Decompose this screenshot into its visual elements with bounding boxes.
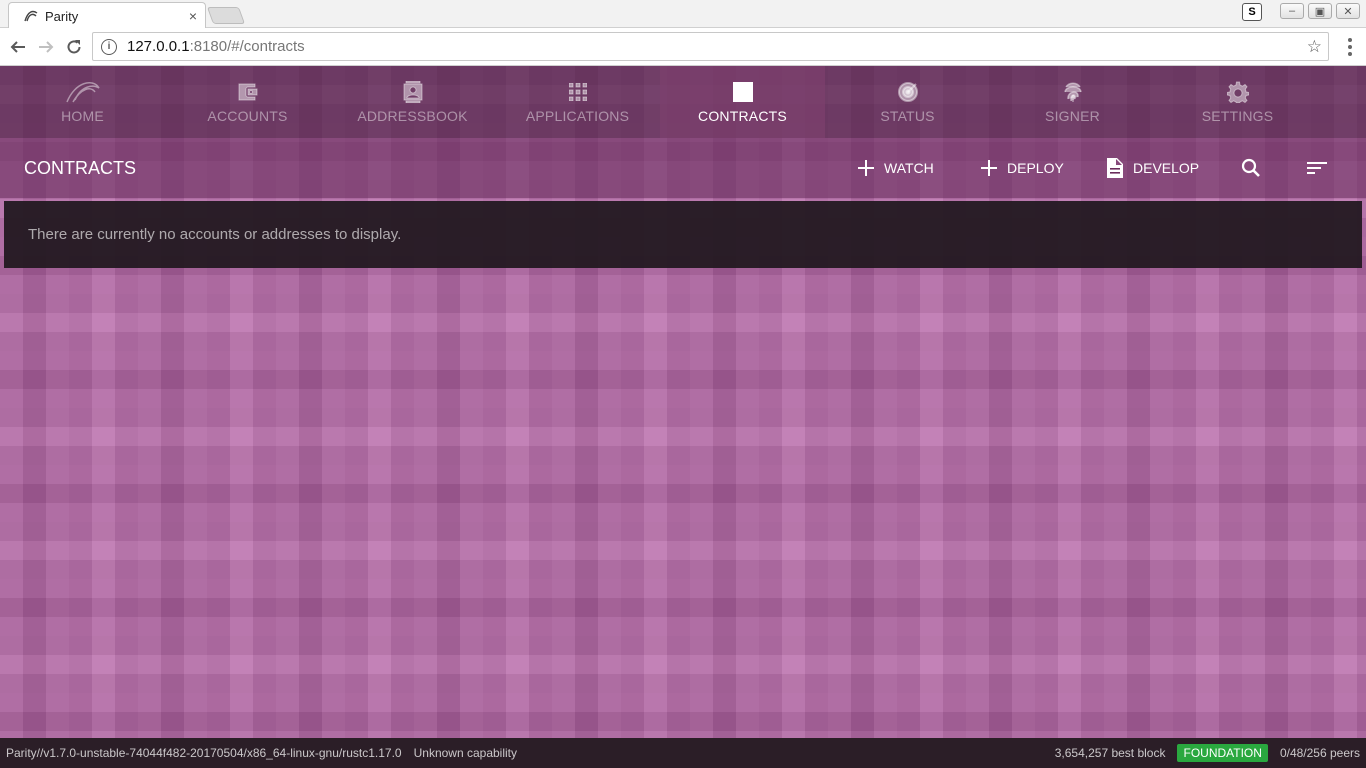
reload-icon[interactable] — [64, 37, 84, 57]
nav-label: CONTRACTS — [698, 108, 787, 124]
url-path: :8180/#/contracts — [189, 38, 305, 55]
table-grid-icon — [732, 80, 753, 104]
peers-text: 0/48/256 peers — [1279, 746, 1360, 760]
browser-toolbar: i 127.0.0.1:8180/#/contracts ☆ — [0, 28, 1366, 66]
nav-item-status[interactable]: STATUS — [825, 66, 990, 138]
extension-icon[interactable]: S — [1242, 3, 1262, 21]
maximize-button[interactable]: ▣ — [1308, 3, 1332, 19]
status-bar: Parity//v1.7.0-unstable-74044f482-201705… — [0, 738, 1366, 768]
best-block-text: 3,654,257 best block — [1054, 746, 1166, 760]
nav-label: SETTINGS — [1201, 108, 1274, 124]
deploy-label: DEPLOY — [1007, 160, 1064, 176]
document-icon — [1107, 158, 1123, 178]
browser-menu-icon[interactable] — [1348, 38, 1352, 59]
window-controls: S – ▣ ✕ — [1242, 3, 1360, 21]
bookmark-star-icon[interactable]: ☆ — [1307, 37, 1322, 57]
nav-label: ADDRESSBOOK — [357, 108, 468, 124]
browser-tab[interactable]: Parity × — [8, 2, 206, 29]
capability-text: Unknown capability — [413, 746, 517, 760]
nav-label: SIGNER — [1045, 108, 1100, 124]
nav-label: STATUS — [880, 108, 935, 124]
sort-button[interactable] — [1307, 156, 1337, 180]
nav-label: HOME — [61, 108, 104, 124]
url-host: 127.0.0.1 — [127, 38, 190, 55]
plus-icon — [858, 160, 874, 176]
develop-button[interactable]: DEVELOP — [1107, 156, 1199, 180]
develop-label: DEVELOP — [1133, 160, 1200, 176]
nav-item-home[interactable]: HOME — [0, 66, 165, 138]
radar-icon — [897, 80, 919, 104]
page-title: CONTRACTS — [24, 158, 136, 178]
version-text: Parity//v1.7.0-unstable-74044f482-201705… — [6, 746, 402, 760]
nav-item-signer[interactable]: SIGNER — [990, 66, 1155, 138]
tab-title: Parity — [45, 8, 79, 24]
nav-item-settings[interactable]: SETTINGS — [1155, 66, 1320, 138]
close-window-button[interactable]: ✕ — [1336, 3, 1360, 19]
minimize-button[interactable]: – — [1280, 3, 1304, 19]
watch-label: WATCH — [884, 160, 934, 176]
tab-close-icon[interactable]: × — [189, 8, 197, 24]
chain-badge: FOUNDATION — [1177, 744, 1268, 762]
nav-label: ACCOUNTS — [207, 108, 288, 124]
fingerprint-icon — [1063, 80, 1083, 104]
forward-icon[interactable] — [36, 37, 56, 57]
new-tab-button[interactable] — [206, 7, 246, 24]
search-button[interactable] — [1241, 156, 1271, 180]
nav-label: APPLICATIONS — [525, 108, 630, 124]
empty-message: There are currently no accounts or addre… — [28, 226, 402, 243]
plus-icon — [981, 160, 997, 176]
gear-icon — [1226, 80, 1249, 104]
search-icon — [1241, 158, 1260, 177]
back-icon[interactable] — [8, 37, 28, 57]
nav-item-applications[interactable]: APPLICATIONS — [495, 66, 660, 138]
wallet-icon — [237, 80, 259, 104]
actionbar: CONTRACTS WATCH DEPLOY DEVELOP — [0, 138, 1366, 198]
contact-card-icon — [403, 80, 423, 104]
info-icon[interactable]: i — [101, 38, 117, 55]
nav-item-addressbook[interactable]: ADDRESSBOOK — [330, 66, 495, 138]
parity-favicon-icon — [24, 10, 38, 22]
apps-grid-icon — [568, 80, 587, 104]
nav-item-accounts[interactable]: ACCOUNTS — [165, 66, 330, 138]
nav-item-contracts[interactable]: CONTRACTS — [660, 66, 825, 138]
sort-icon — [1307, 162, 1327, 174]
browser-tab-strip: Parity × S – ▣ ✕ — [0, 0, 1366, 29]
deploy-button[interactable]: DEPLOY — [981, 156, 1064, 180]
watch-button[interactable]: WATCH — [858, 156, 934, 180]
address-bar[interactable]: i 127.0.0.1:8180/#/contracts ☆ — [92, 32, 1329, 61]
empty-message-panel: There are currently no accounts or addre… — [4, 201, 1362, 268]
top-navigation: HOME ACCOUNTS ADDRESSBOOK APPLICATIONS C… — [0, 66, 1366, 138]
parity-logo-icon — [63, 80, 103, 104]
